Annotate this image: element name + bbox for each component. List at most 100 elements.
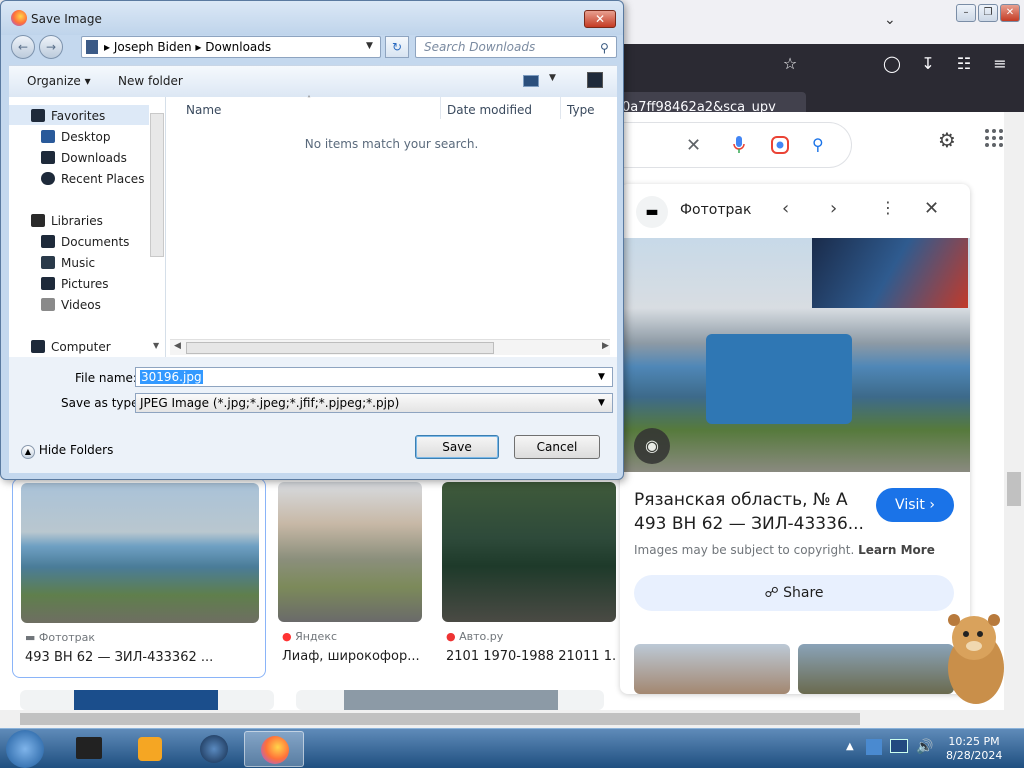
close-panel-icon[interactable]: ✕ xyxy=(924,198,939,219)
google-search-bar[interactable]: ✕ ⚲ xyxy=(610,122,852,168)
share-icon: ☍ xyxy=(764,585,779,601)
network-icon[interactable] xyxy=(890,739,908,753)
nav-videos[interactable]: Videos xyxy=(37,295,101,315)
hide-folders-toggle[interactable]: ▲ Hide Folders xyxy=(21,443,113,459)
previous-image-icon[interactable]: ‹ xyxy=(782,198,789,219)
view-options-icon[interactable] xyxy=(523,75,539,87)
breadcrumb[interactable]: ▸ Joseph Biden ▸ Downloads xyxy=(104,40,271,54)
nav-favorites[interactable]: Favorites xyxy=(27,106,105,126)
scroll-thumb[interactable] xyxy=(20,713,860,725)
organize-menu[interactable]: Organize ▾ xyxy=(27,74,91,88)
scroll-right-icon[interactable]: ▶ xyxy=(602,341,609,351)
column-divider[interactable] xyxy=(560,97,561,119)
horizontal-scrollbar[interactable] xyxy=(0,710,1024,728)
main-preview-image[interactable]: ◉ xyxy=(620,238,970,472)
new-folder-button[interactable]: New folder xyxy=(118,74,183,88)
result-card-partial[interactable] xyxy=(20,690,274,710)
related-image[interactable] xyxy=(634,644,790,694)
column-divider[interactable] xyxy=(440,97,441,119)
save-as-type-label: Save as type: xyxy=(61,396,143,410)
search-input[interactable]: Search Downloads ⚲ xyxy=(415,36,617,58)
scroll-left-icon[interactable]: ◀ xyxy=(174,341,181,351)
result-card[interactable]: ● Авто.ру 2101 1970-1988 21011 1.3 xyxy=(436,478,616,678)
clear-search-icon[interactable]: ✕ xyxy=(686,135,701,156)
clock[interactable]: 10:25 PM 8/28/2024 xyxy=(946,735,1002,763)
next-image-icon[interactable]: › xyxy=(830,198,837,219)
view-dropdown-icon[interactable]: ▼ xyxy=(549,73,556,83)
nav-documents[interactable]: Documents xyxy=(37,232,129,252)
vertical-scrollbar[interactable] xyxy=(1004,112,1024,710)
address-bar[interactable]: ▸ Joseph Biden ▸ Downloads ▼ xyxy=(81,36,381,58)
preview-pane-icon[interactable] xyxy=(587,72,603,88)
save-type-dropdown-icon[interactable]: ▼ xyxy=(598,394,605,412)
nav-scroll-down-icon[interactable]: ▼ xyxy=(153,341,159,350)
truck-thumbnail[interactable] xyxy=(21,483,259,623)
file-hscroll[interactable]: ◀ ▶ xyxy=(170,339,610,355)
save-as-type-select[interactable]: JPEG Image (*.jpg;*.jpeg;*.jfif;*.pjpeg;… xyxy=(135,393,613,413)
nav-recent-places[interactable]: Recent Places xyxy=(37,169,144,189)
nav-libraries[interactable]: Libraries xyxy=(27,211,103,231)
result-card-partial[interactable] xyxy=(296,690,604,710)
car-thumbnail[interactable] xyxy=(442,482,616,622)
copyright-note: Images may be subject to copyright. Lear… xyxy=(634,543,935,557)
panel-title[interactable]: Рязанская область, № А 493 ВН 62 — ЗИЛ-4… xyxy=(634,488,864,536)
lens-icon[interactable]: ◉ xyxy=(634,428,670,464)
result-card[interactable]: ● Яндекс Лиаф, широкофор... xyxy=(272,478,432,678)
downloads-icon[interactable]: ↧ xyxy=(916,52,940,76)
address-dropdown-icon[interactable]: ▼ xyxy=(366,41,373,51)
scroll-thumb[interactable] xyxy=(1007,472,1021,506)
file-hscroll-thumb[interactable] xyxy=(186,342,494,354)
dialog-titlebar[interactable]: Save Image ✕ xyxy=(1,1,623,35)
taskbar-firefox[interactable] xyxy=(244,731,304,767)
cancel-button[interactable]: Cancel xyxy=(514,435,600,459)
nav-desktop[interactable]: Desktop xyxy=(37,127,111,147)
tray-icon[interactable] xyxy=(866,739,882,755)
documents-icon xyxy=(41,235,55,248)
navigation-pane: Favorites Desktop Downloads Recent Place… xyxy=(9,97,166,357)
nav-pictures[interactable]: Pictures xyxy=(37,274,109,294)
nav-computer[interactable]: Computer xyxy=(27,337,111,357)
nav-scroll-thumb[interactable] xyxy=(150,113,164,257)
volume-icon[interactable]: 🔊 xyxy=(916,739,933,755)
voice-search-icon[interactable] xyxy=(732,135,746,155)
street-thumbnail[interactable] xyxy=(278,482,422,622)
apps-grid-icon[interactable] xyxy=(984,128,1004,148)
pocket-icon[interactable]: ◯ xyxy=(880,52,904,76)
learn-more-link[interactable]: Learn More xyxy=(858,543,935,557)
column-type[interactable]: Type xyxy=(567,103,595,117)
forward-button[interactable]: → xyxy=(39,35,63,59)
taskbar-media-player[interactable] xyxy=(120,731,180,767)
bookmark-star-icon[interactable]: ☆ xyxy=(778,52,802,76)
search-icon[interactable]: ⚲ xyxy=(812,135,824,154)
dialog-close-button[interactable]: ✕ xyxy=(584,10,616,28)
nav-music[interactable]: Music xyxy=(37,253,95,273)
refresh-icon[interactable]: ↻ xyxy=(385,36,409,58)
save-button[interactable]: Save xyxy=(415,435,499,459)
start-button[interactable] xyxy=(6,730,44,768)
lens-search-icon[interactable] xyxy=(770,135,790,155)
column-name[interactable]: Name xyxy=(186,103,221,117)
file-name-input[interactable]: 30196.jpg ▼ xyxy=(135,367,613,387)
column-date-modified[interactable]: Date modified xyxy=(447,103,532,117)
extensions-icon[interactable]: ☷ xyxy=(952,52,976,76)
visit-button[interactable]: Visit › xyxy=(876,488,954,522)
menu-icon[interactable]: ≡ xyxy=(988,52,1012,76)
back-button[interactable]: ← xyxy=(11,35,35,59)
search-icon[interactable]: ⚲ xyxy=(600,38,609,58)
favorites-icon xyxy=(31,109,45,122)
show-hidden-icons[interactable]: ▲ xyxy=(846,741,854,752)
minimize-button[interactable]: – xyxy=(956,4,976,22)
taskbar-globe[interactable] xyxy=(184,731,244,767)
related-image[interactable] xyxy=(798,644,954,694)
restore-button[interactable]: ❐ xyxy=(978,4,998,22)
settings-gear-icon[interactable]: ⚙ xyxy=(938,128,956,152)
more-options-icon[interactable]: ⋮ xyxy=(880,198,896,217)
list-all-tabs-icon[interactable]: ⌄ xyxy=(884,12,896,28)
result-card[interactable]: ▬ Фототрак 493 ВН 62 — ЗИЛ-433362 ... xyxy=(12,478,266,678)
window-close-button[interactable]: ✕ xyxy=(1000,4,1020,22)
taskbar-terminal[interactable] xyxy=(60,731,120,767)
file-name-dropdown-icon[interactable]: ▼ xyxy=(598,368,605,386)
nav-downloads[interactable]: Downloads xyxy=(37,148,127,168)
image-preview-panel: ▬ Фототрак ‹ › ⋮ ✕ ◉ Рязанская область, … xyxy=(620,184,970,694)
share-button[interactable]: ☍ Share xyxy=(634,575,954,611)
